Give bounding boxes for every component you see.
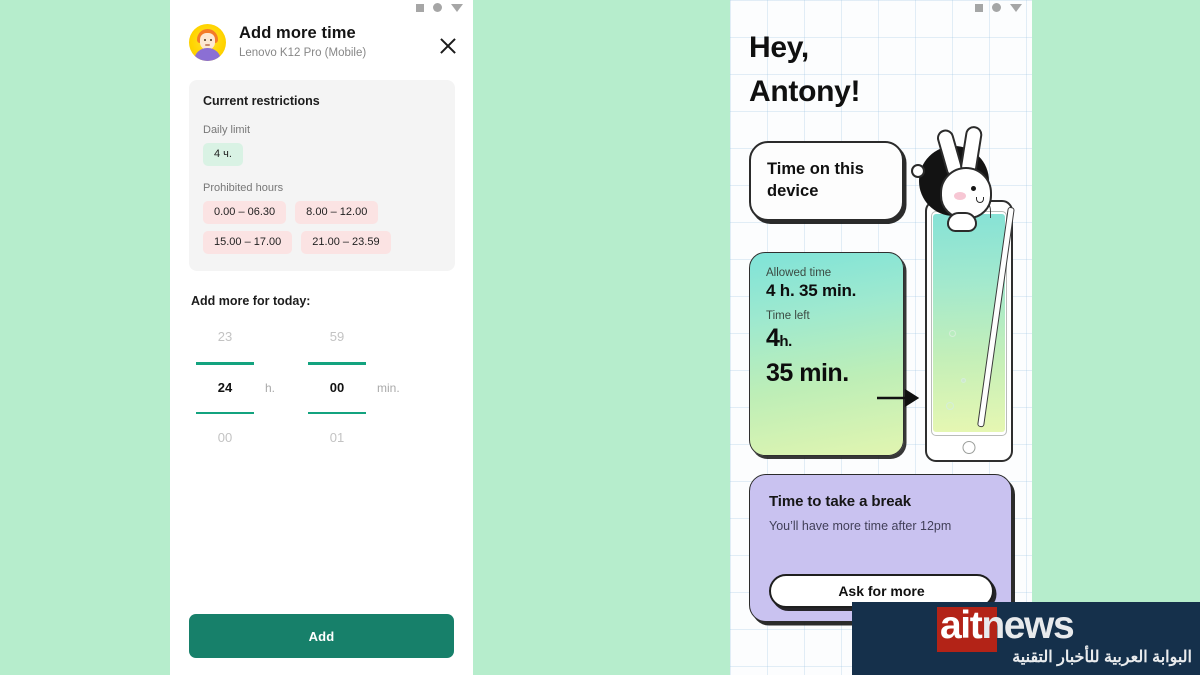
parent-app-panel: Add more time Lenovo K12 Pro (Mobile) Cu… bbox=[170, 0, 473, 675]
restrictions-title: Current restrictions bbox=[203, 94, 320, 108]
avatar-mouth bbox=[205, 44, 210, 46]
hours-upper-divider bbox=[196, 362, 254, 365]
watermark-logo: aitnews bbox=[940, 604, 1075, 648]
prohibited-hour-chip: 15.00 – 17.00 bbox=[203, 231, 293, 254]
time-left-minutes: 35 min. bbox=[766, 359, 849, 387]
bunny-cheek bbox=[954, 192, 966, 200]
greeting-line-2: Antony! bbox=[749, 75, 861, 109]
minutes-lower-divider bbox=[308, 411, 366, 414]
bubble-icon bbox=[961, 378, 966, 383]
take-a-break-card: Time to take a break You’ll have more ti… bbox=[749, 474, 1012, 622]
status-badge: 4 ч. bbox=[203, 143, 243, 166]
time-summary-card: Allowed time 4 h. 35 min. Time left 4h. … bbox=[749, 252, 904, 456]
pointer-arrow-icon bbox=[877, 388, 920, 408]
aitnews-watermark: aitnews البوابة العربية للأخبار التقنية bbox=[852, 602, 1200, 675]
bunny-earring-icon bbox=[911, 164, 925, 178]
bubble-icon bbox=[946, 402, 954, 410]
page-title: Add more time bbox=[239, 24, 356, 42]
square-nav-icon[interactable] bbox=[975, 3, 983, 12]
add-button[interactable]: Add bbox=[189, 614, 454, 658]
daily-limit-label: Daily limit bbox=[203, 124, 251, 136]
allowed-time-value: 4 h. 35 min. bbox=[766, 281, 857, 300]
prohibited-hours-label: Prohibited hours bbox=[203, 182, 284, 194]
time-left-label: Time left bbox=[766, 310, 810, 322]
hours-selected-value[interactable]: 24 bbox=[191, 378, 259, 398]
watermark-logo-part1: ait bbox=[940, 604, 983, 647]
watermark-logo-part2: news bbox=[981, 604, 1074, 647]
minutes-selected-value[interactable]: 00 bbox=[303, 378, 371, 398]
time-left-hours-unit: h. bbox=[779, 333, 792, 350]
device-subtitle: Lenovo K12 Pro (Mobile) bbox=[239, 47, 367, 59]
bubble-icon bbox=[949, 330, 956, 337]
minutes-previous-value[interactable]: 59 bbox=[303, 326, 371, 348]
dialog-header: Add more time Lenovo K12 Pro (Mobile) bbox=[170, 0, 473, 61]
prohibited-hour-chip: 0.00 – 06.30 bbox=[203, 201, 287, 224]
current-restrictions-card: Current restrictions Daily limit 4 ч. Pr… bbox=[189, 80, 455, 271]
home-button-icon bbox=[962, 441, 976, 454]
daily-limit-chip-row: 4 ч. bbox=[203, 143, 441, 166]
minutes-unit-label: min. bbox=[377, 381, 400, 395]
hours-previous-value[interactable]: 23 bbox=[191, 326, 259, 348]
hours-stepper[interactable]: 23 24 00 bbox=[191, 326, 259, 449]
right-system-nav-bar bbox=[975, 3, 1022, 12]
allowed-time-label: Allowed time bbox=[766, 267, 832, 279]
hours-unit-label: h. bbox=[265, 381, 276, 395]
minutes-picker-group[interactable]: 59 00 01 min. bbox=[303, 326, 415, 449]
time-left-hours-number: 4 bbox=[766, 324, 780, 352]
bunny-eye bbox=[971, 186, 976, 191]
prohibited-hours-row-2: 15.00 – 17.00 21.00 – 23.59 bbox=[203, 231, 441, 254]
bunny-drinking-phone-glass-illustration bbox=[877, 124, 1025, 470]
minutes-stepper[interactable]: 59 00 01 bbox=[303, 326, 371, 449]
break-card-title: Time to take a break bbox=[769, 493, 911, 510]
kid-app-panel: Hey, Antony! Time on this device Allowed… bbox=[730, 0, 1032, 675]
bunny-paw bbox=[947, 212, 977, 232]
circle-nav-icon[interactable] bbox=[992, 3, 1001, 12]
break-card-subtitle: You’ll have more time after 12pm bbox=[769, 519, 952, 533]
time-picker: 23 24 00 h. 59 00 01 min. bbox=[170, 326, 473, 449]
prohibited-hours-row-1: 0.00 – 06.30 8.00 – 12.00 bbox=[203, 201, 441, 224]
minutes-next-value[interactable]: 01 bbox=[303, 427, 371, 449]
avatar-eye-right bbox=[210, 39, 212, 41]
hours-next-value[interactable]: 00 bbox=[191, 427, 259, 449]
minutes-upper-divider bbox=[308, 362, 366, 365]
hours-lower-divider bbox=[196, 411, 254, 414]
time-on-device-card: Time on this device bbox=[749, 141, 904, 221]
avatar bbox=[189, 24, 226, 61]
prohibited-hour-chip: 21.00 – 23.59 bbox=[301, 231, 391, 254]
avatar-body bbox=[194, 48, 221, 61]
time-left-hours: 4h. bbox=[766, 324, 903, 353]
add-more-section-label: Add more for today: bbox=[191, 294, 311, 308]
triangle-back-icon[interactable] bbox=[1010, 3, 1022, 12]
phone-glass-icon bbox=[925, 200, 1013, 462]
hours-picker-group[interactable]: 23 24 00 h. bbox=[191, 326, 303, 449]
prohibited-hour-chip: 8.00 – 12.00 bbox=[295, 201, 379, 224]
avatar-eye-left bbox=[204, 39, 206, 41]
greeting-heading: Hey, Antony! bbox=[749, 26, 1032, 114]
greeting-line-1: Hey, bbox=[749, 31, 809, 64]
close-icon[interactable] bbox=[435, 33, 461, 59]
watermark-tagline: البوابة العربية للأخبار التقنية bbox=[1012, 649, 1192, 666]
